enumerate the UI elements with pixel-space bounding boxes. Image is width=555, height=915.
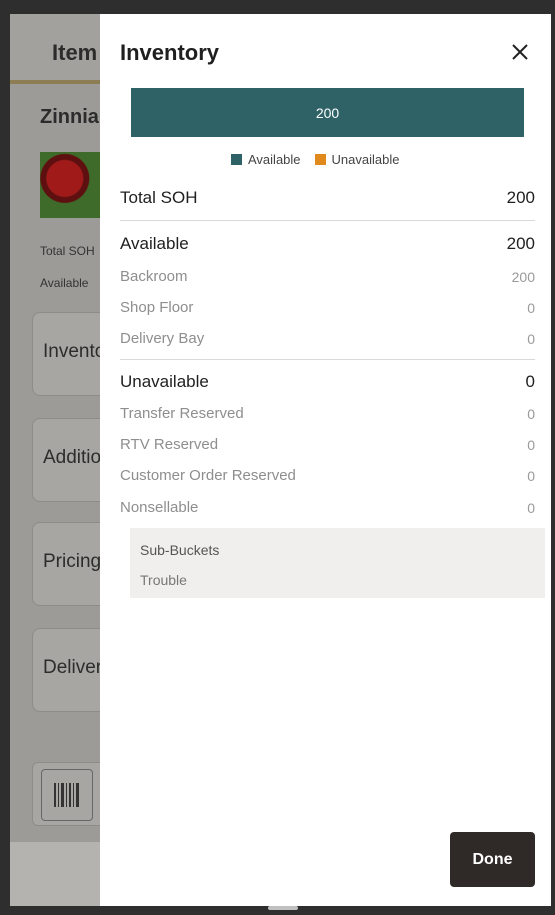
rtv-reserved-label: RTV Reserved: [120, 436, 219, 453]
sub-bucket-item: Trouble: [140, 572, 187, 588]
done-button[interactable]: Done: [450, 832, 535, 887]
total-soh-value: 200: [506, 188, 535, 207]
backroom-label: Backroom: [120, 268, 188, 285]
transfer-reserved-label: Transfer Reserved: [120, 405, 244, 422]
shop-floor-label: Shop Floor: [120, 299, 194, 316]
legend-available: Available: [231, 152, 301, 167]
chart-legend: Available Unavailable: [231, 152, 407, 167]
transfer-reserved-value: 0: [527, 405, 535, 422]
bg-total-soh-label: Total SOH: [40, 244, 95, 258]
total-soh-label: Total SOH: [120, 188, 198, 207]
divider: [120, 359, 535, 360]
total-soh-row: Total SOH 200: [120, 188, 535, 208]
backroom-row: Backroom 200: [120, 268, 535, 285]
customer-order-reserved-row: Customer Order Reserved 0: [120, 467, 535, 484]
sub-buckets-title: Sub-Buckets: [140, 542, 220, 558]
barcode-icon: [41, 769, 93, 821]
bar-value-label: 200: [315, 104, 340, 121]
legend-swatch-available: [231, 154, 242, 165]
nonsellable-label: Nonsellable: [120, 499, 199, 516]
sub-buckets-panel: Sub-Buckets Trouble: [130, 528, 545, 598]
unavailable-label: Unavailable: [120, 372, 209, 391]
bg-page-title: Item: [52, 40, 98, 65]
bg-card-label: Pricing: [43, 551, 102, 572]
nonsellable-row: Nonsellable 0: [120, 499, 535, 516]
rtv-reserved-row: RTV Reserved 0: [120, 436, 535, 453]
shop-floor-value: 0: [527, 299, 535, 316]
unavailable-row: Unavailable 0: [120, 372, 535, 392]
close-icon[interactable]: [506, 38, 534, 66]
delivery-bay-label: Delivery Bay: [120, 330, 205, 347]
legend-unavailable: Unavailable: [314, 152, 400, 167]
rtv-reserved-value: 0: [527, 436, 535, 453]
legend-label: Available: [248, 152, 301, 167]
app-frame: Item Zinnia Total SOH Available Inventor…: [10, 14, 551, 906]
shop-floor-row: Shop Floor 0: [120, 299, 535, 316]
bg-product-name: Zinnia: [40, 106, 99, 128]
available-value: 200: [506, 234, 535, 253]
legend-swatch-unavailable: [314, 154, 326, 165]
available-label: Available: [120, 234, 189, 253]
nonsellable-value: 0: [527, 499, 535, 516]
customer-order-reserved-label: Customer Order Reserved: [120, 467, 296, 484]
legend-label: Unavailable: [331, 152, 400, 167]
available-row: Available 200: [120, 234, 535, 254]
transfer-reserved-row: Transfer Reserved 0: [120, 405, 535, 422]
delivery-bay-row: Delivery Bay 0: [120, 330, 535, 347]
backroom-value: 200: [511, 268, 535, 285]
product-image: [40, 152, 102, 218]
delivery-bay-value: 0: [527, 330, 535, 347]
inventory-drawer: Inventory 200 Available Unavailable Tota…: [100, 14, 551, 906]
bg-available-label: Available: [40, 276, 89, 290]
unavailable-value: 0: [525, 372, 535, 391]
home-indicator: [268, 906, 298, 910]
customer-order-reserved-value: 0: [527, 467, 535, 484]
divider: [120, 220, 535, 221]
drawer-title: Inventory: [120, 40, 220, 65]
inventory-bar: 200: [131, 88, 524, 137]
